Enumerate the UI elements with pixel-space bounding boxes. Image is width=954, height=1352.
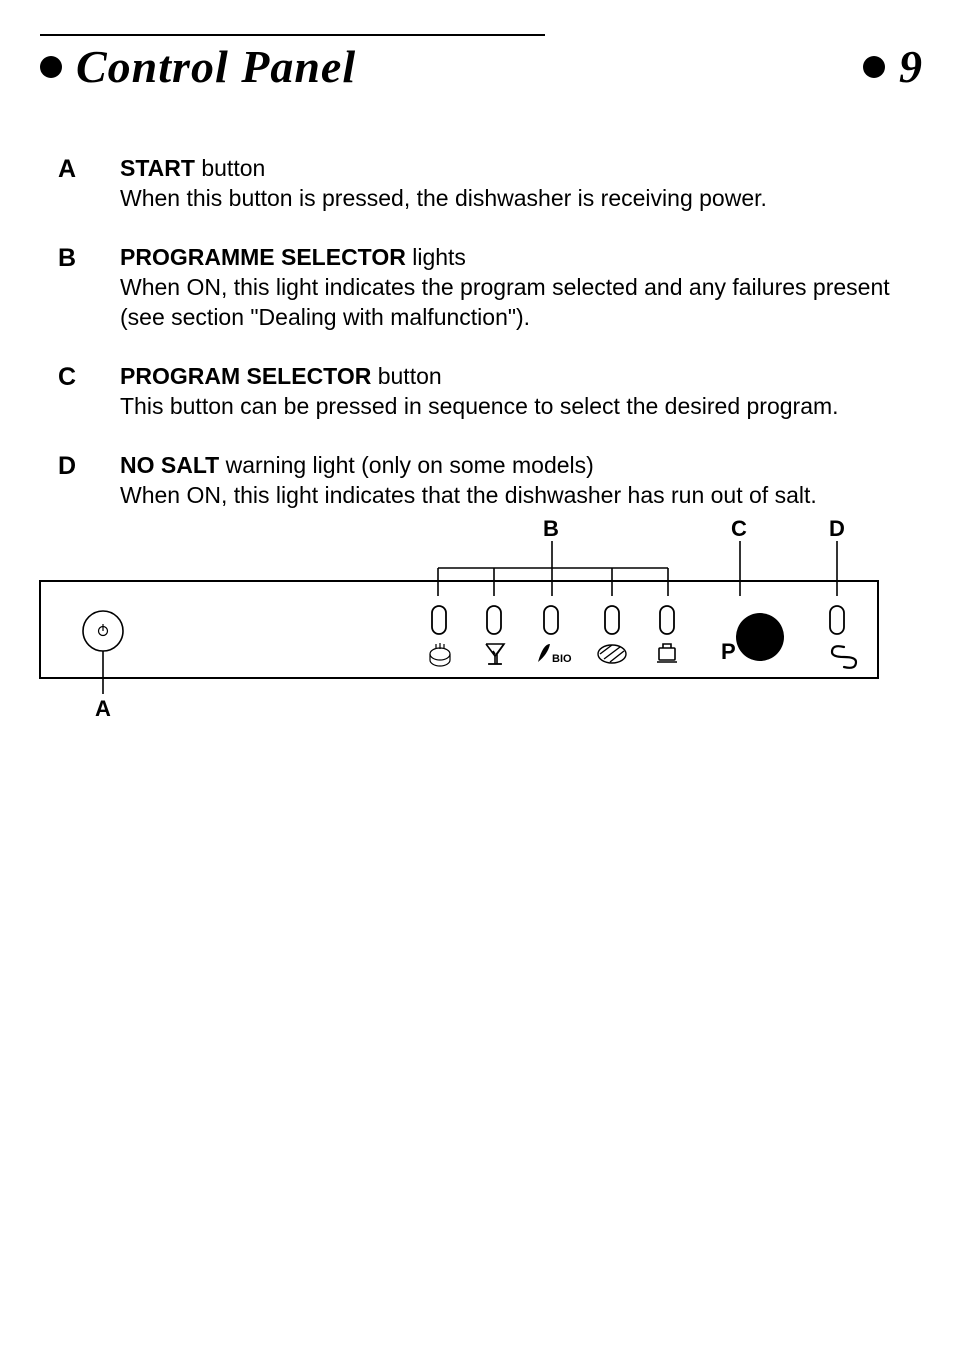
svg-text:B: B: [543, 516, 559, 541]
item-label-rest: lights: [406, 244, 466, 270]
header-right: 9: [863, 40, 922, 93]
item-A: A START button When this button is press…: [58, 153, 912, 214]
svg-text:A: A: [95, 696, 111, 721]
item-label-strong: START: [120, 155, 195, 181]
item-text: NO SALT warning light (only on some mode…: [120, 450, 912, 511]
callout-C: C: [731, 516, 747, 596]
header-left: Control Panel: [40, 40, 356, 93]
program-selector-knob-icon: [736, 613, 784, 661]
indicator-light-icon: [830, 606, 844, 634]
header-rule: [40, 34, 545, 36]
control-panel-diagram: P BIO: [40, 536, 878, 746]
callout-A: A: [95, 651, 111, 721]
item-letter: B: [58, 242, 120, 333]
item-label-rest: warning light (only on some models): [219, 452, 594, 478]
glass-icon: [486, 644, 504, 664]
start-button-icon: [83, 611, 123, 651]
item-label-strong: NO SALT: [120, 452, 219, 478]
indicator-light-icon: [544, 606, 558, 634]
item-B: B PROGRAMME SELECTOR lights When ON, thi…: [58, 242, 912, 333]
indicator-light-icon: [487, 606, 501, 634]
cup-icon: [657, 644, 677, 662]
item-desc: When ON, this light indicates the progra…: [120, 274, 890, 330]
item-text: START button When this button is pressed…: [120, 153, 912, 214]
callout-B: B: [438, 516, 668, 596]
callout-D: D: [829, 516, 845, 596]
label-P: P: [721, 639, 736, 664]
indicator-light-icon: [432, 606, 446, 634]
body: A START button When this button is press…: [58, 153, 912, 510]
item-label-rest: button: [195, 155, 265, 181]
item-label-strong: PROGRAM SELECTOR: [120, 363, 371, 389]
item-text: PROGRAMME SELECTOR lights When ON, this …: [120, 242, 912, 333]
indicator-light-icon: [605, 606, 619, 634]
item-label-strong: PROGRAMME SELECTOR: [120, 244, 406, 270]
plate-hatched-icon: [598, 645, 626, 663]
item-desc: This button can be pressed in sequence t…: [120, 393, 839, 419]
item-desc: When ON, this light indicates that the d…: [120, 482, 817, 508]
page-title: Control Panel: [76, 40, 356, 93]
svg-text:BIO: BIO: [552, 653, 572, 665]
item-letter: A: [58, 153, 120, 214]
item-letter: C: [58, 361, 120, 422]
bio-icon: BIO: [538, 644, 572, 665]
svg-text:D: D: [829, 516, 845, 541]
item-C: C PROGRAM SELECTOR button This button ca…: [58, 361, 912, 422]
svg-text:C: C: [731, 516, 747, 541]
indicator-light-icon: [660, 606, 674, 634]
item-text: PROGRAM SELECTOR button This button can …: [120, 361, 912, 422]
item-desc: When this button is pressed, the dishwas…: [120, 185, 767, 211]
item-letter: D: [58, 450, 120, 511]
header-row: Control Panel 9: [40, 40, 922, 93]
page-number: 9: [899, 40, 922, 93]
item-label-rest: button: [371, 363, 441, 389]
salt-s-icon: [832, 646, 856, 668]
page: Control Panel 9 A START button When this…: [0, 0, 954, 1352]
pot-icon: [430, 643, 450, 666]
item-D: D NO SALT warning light (only on some mo…: [58, 450, 912, 511]
bullet-icon: [863, 56, 885, 78]
bullet-icon: [40, 56, 62, 78]
